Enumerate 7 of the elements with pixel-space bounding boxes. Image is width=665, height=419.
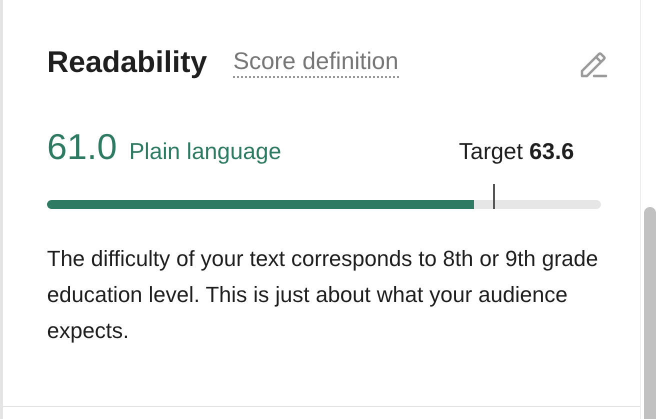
score-definition-link[interactable]: Score definition [233, 48, 398, 78]
score-value: 61.0 [47, 126, 118, 168]
target-score: Target 63.6 [458, 138, 574, 165]
section-title: Readability [47, 46, 208, 80]
description-text: The difficulty of your text corresponds to 8th or 9th grade education level. This is just about what your audience expects. [47, 245, 600, 345]
scrollbar-thumb[interactable] [644, 207, 656, 419]
score-label: Plain language [129, 138, 282, 165]
